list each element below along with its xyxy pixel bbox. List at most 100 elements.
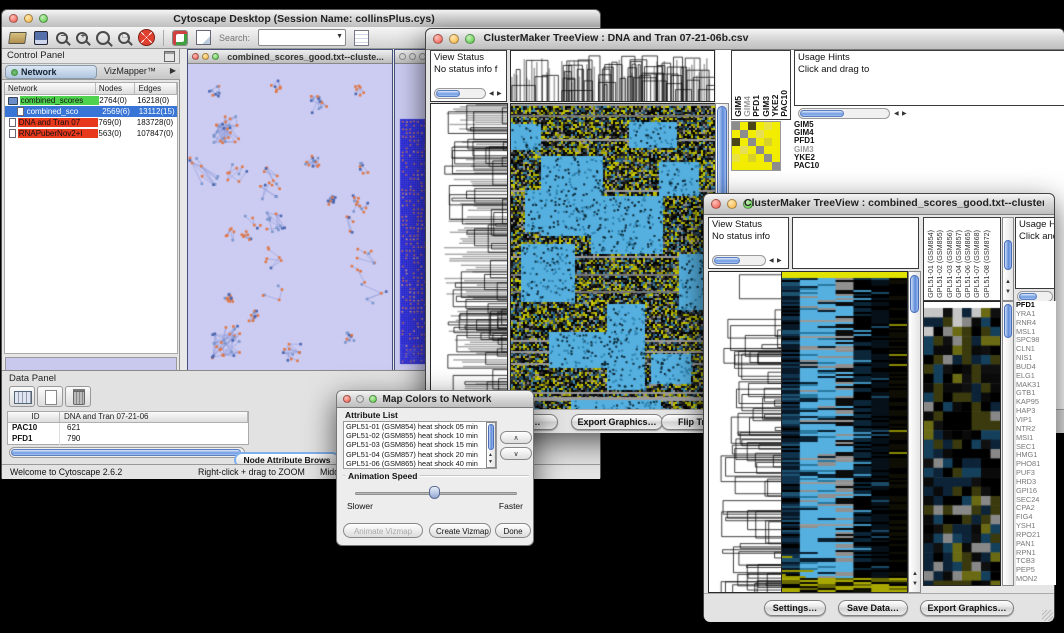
export-graphics-button[interactable]: Export Graphics… xyxy=(571,414,663,430)
matrix-cell[interactable] xyxy=(740,130,748,138)
attribute-row[interactable]: PAC10621 xyxy=(8,423,248,434)
usage-hints-hscrollbar[interactable] xyxy=(798,108,890,119)
column-header-edges[interactable]: Edges xyxy=(135,83,177,95)
matrix-cell[interactable] xyxy=(764,130,772,138)
scrollbar-thumb[interactable] xyxy=(910,275,919,313)
network-tree-row[interactable]: RNAPuberNov2+I563(0)107847(0) xyxy=(5,128,177,139)
zoom-window-icon[interactable] xyxy=(212,53,219,60)
scrollbar-thumb[interactable] xyxy=(800,110,844,117)
attribute-list-item[interactable]: GPL51-07 (GSM868) heat shock 60 min xyxy=(344,468,496,469)
network-tree-row[interactable]: combined_scores2764(0)16218(0) xyxy=(5,95,177,106)
matrix-cell[interactable] xyxy=(748,146,756,154)
annotation-icon[interactable] xyxy=(196,30,211,45)
scrollbar-thumb[interactable] xyxy=(1004,240,1012,270)
treeview1-correlation-matrix[interactable] xyxy=(731,121,781,171)
new-attribute-icon[interactable] xyxy=(37,386,63,407)
attribute-row[interactable]: PFD1790 xyxy=(8,434,248,445)
treeview2-zoom-vscrollbar[interactable] xyxy=(1002,301,1014,586)
zoom-window-icon[interactable] xyxy=(369,395,377,403)
tab-network[interactable]: Network xyxy=(5,65,97,79)
scrollbar-thumb[interactable] xyxy=(11,449,241,456)
attribute-list-item[interactable]: GPL51-01 (GSM854) heat shock 05 min xyxy=(344,422,496,431)
matrix-cell[interactable] xyxy=(740,138,748,146)
treeview2-zoom-heatmap[interactable] xyxy=(923,301,1001,586)
matrix-cell[interactable] xyxy=(756,122,764,130)
matrix-cell[interactable] xyxy=(740,122,748,130)
matrix-cell[interactable] xyxy=(748,130,756,138)
matrix-cell[interactable] xyxy=(772,162,780,170)
slider-thumb[interactable] xyxy=(429,486,440,499)
minimize-icon[interactable] xyxy=(727,199,737,209)
attribute-list-item[interactable]: GPL51-03 (GSM856) heat shock 15 min xyxy=(344,440,496,449)
treeview1-array-dendrogram[interactable] xyxy=(510,50,715,102)
matrix-cell[interactable] xyxy=(748,154,756,162)
scroll-up-icon[interactable]: ▲ xyxy=(912,570,918,578)
treeview2-gene-labels[interactable]: PFD1YRA1RNR4MSL1SPC98CLN1NIS1BUD4ELG1MAK… xyxy=(1016,301,1056,585)
vizmapper-icon[interactable] xyxy=(172,30,188,46)
resize-grip[interactable] xyxy=(1042,610,1053,621)
network-tree-row[interactable]: DNA and Tran 07769(0)183728(0) xyxy=(5,117,177,128)
more-tabs-arrow-icon[interactable]: ▶ xyxy=(170,66,176,75)
close-icon[interactable] xyxy=(711,199,721,209)
zoom-selected-icon[interactable]: □ xyxy=(118,32,130,44)
minimize-icon[interactable] xyxy=(409,53,416,60)
matrix-cell[interactable] xyxy=(748,122,756,130)
view-status-hscrollbar[interactable] xyxy=(434,88,486,99)
scrollbar-thumb[interactable] xyxy=(1004,304,1012,338)
move-up-button[interactable]: ∧ xyxy=(500,431,532,444)
close-icon[interactable] xyxy=(343,395,351,403)
treeview2-gene-dendrogram[interactable] xyxy=(708,271,782,593)
save-icon[interactable] xyxy=(34,31,48,45)
network-frame-1[interactable]: combined_scores_good.txt--cluste... xyxy=(187,49,393,370)
data-panel-hscrollbar[interactable] xyxy=(9,447,245,458)
zoom-fit-icon[interactable] xyxy=(96,31,110,45)
matrix-cell[interactable] xyxy=(740,162,748,170)
matrix-cell[interactable] xyxy=(756,146,764,154)
help-lifesaver-icon[interactable] xyxy=(138,29,155,46)
scroll-down-icon[interactable]: ▼ xyxy=(488,458,493,466)
float-panel-icon[interactable] xyxy=(164,51,175,62)
chevron-down-icon[interactable]: ▼ xyxy=(336,33,343,40)
matrix-cell[interactable] xyxy=(764,154,772,162)
settings-button[interactable]: Settings… xyxy=(764,600,826,616)
zoom-window-icon[interactable] xyxy=(39,14,48,23)
network-view-canvas[interactable] xyxy=(188,64,392,370)
matrix-cell[interactable] xyxy=(740,154,748,162)
scrollbar-thumb[interactable] xyxy=(714,257,740,264)
move-down-button[interactable]: ∨ xyxy=(500,447,532,460)
minimize-icon[interactable] xyxy=(24,14,33,23)
treeview1-heatmap[interactable] xyxy=(510,103,716,416)
matrix-cell[interactable] xyxy=(756,138,764,146)
treeview1-gene-dendrogram[interactable] xyxy=(430,103,508,416)
attribute-list[interactable]: GPL51-01 (GSM854) heat shock 05 min GPL51… xyxy=(343,421,497,469)
scroll-right-icon[interactable]: ▶ xyxy=(902,110,907,118)
matrix-cell[interactable] xyxy=(772,146,780,154)
open-folder-icon[interactable] xyxy=(8,32,27,44)
main-titlebar[interactable]: Cytoscape Desktop (Session Name: collins… xyxy=(2,10,600,28)
scroll-left-icon[interactable]: ◀ xyxy=(769,257,774,265)
save-data-button[interactable]: Save Data… xyxy=(838,600,908,616)
frame1-titlebar[interactable]: combined_scores_good.txt--cluste... xyxy=(188,50,392,64)
matrix-cell[interactable] xyxy=(732,122,740,130)
column-header-nodes[interactable]: Nodes xyxy=(96,83,136,95)
zoom-out-icon[interactable]: − xyxy=(56,32,68,44)
matrix-cell[interactable] xyxy=(764,138,772,146)
done-button[interactable]: Done xyxy=(495,523,531,538)
matrix-cell[interactable] xyxy=(732,138,740,146)
import-table-icon[interactable] xyxy=(354,30,369,46)
gene-label[interactable]: MON2 xyxy=(1016,575,1056,584)
matrix-cell[interactable] xyxy=(772,154,780,162)
treeview2-vscrollbar[interactable]: ▲ ▼ xyxy=(908,271,921,593)
close-icon[interactable] xyxy=(192,53,199,60)
treeview2-array-dendrogram[interactable] xyxy=(792,217,919,269)
view-status-hscrollbar[interactable] xyxy=(712,255,766,266)
create-vizmap-button[interactable]: Create Vizmap xyxy=(429,523,491,538)
scrollbar-thumb[interactable] xyxy=(488,424,494,450)
matrix-cell[interactable] xyxy=(732,130,740,138)
close-icon[interactable] xyxy=(433,34,443,44)
animate-vizmap-button[interactable]: Animate Vizmap xyxy=(343,523,423,538)
matrix-cell[interactable] xyxy=(732,162,740,170)
attribute-list-item[interactable]: GPL51-06 (GSM865) heat shock 40 min xyxy=(344,459,496,468)
matrix-cell[interactable] xyxy=(748,138,756,146)
treeview1-titlebar[interactable]: ClusterMaker TreeView : DNA and Tran 07-… xyxy=(426,29,1064,50)
